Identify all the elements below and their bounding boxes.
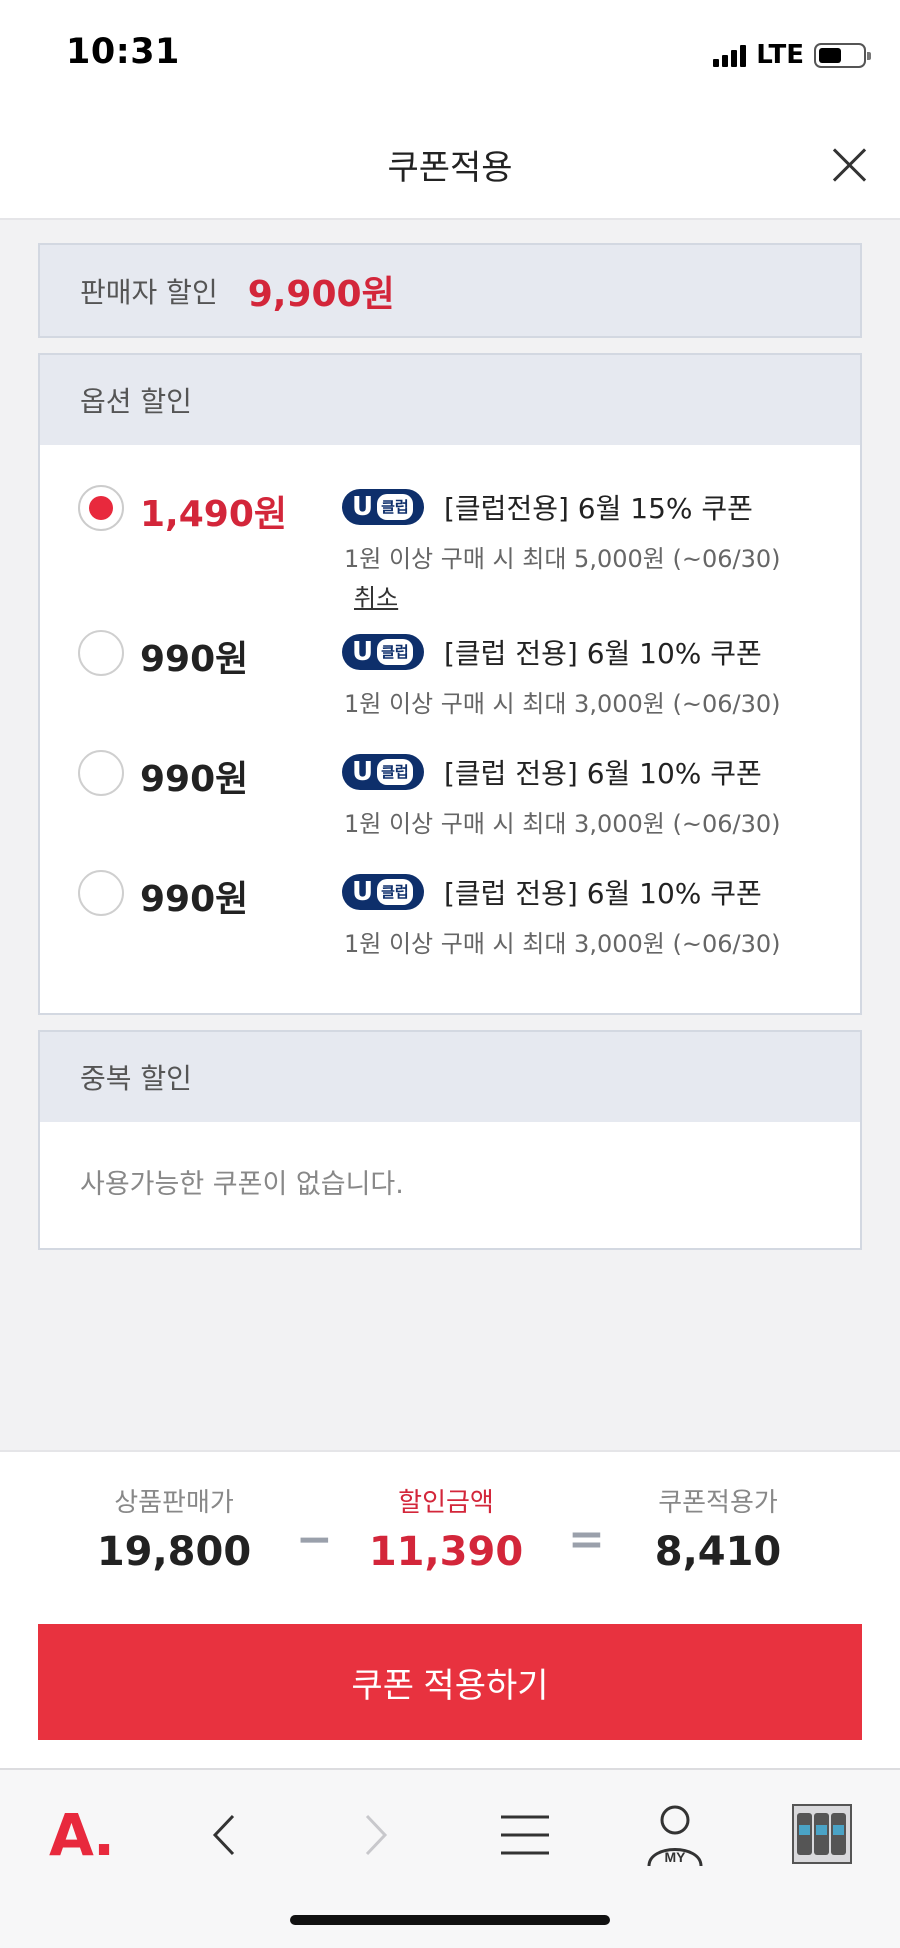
coupon-amount: 990원 <box>140 759 249 800</box>
coupon-cancel-link[interactable]: 취소 <box>354 578 398 613</box>
modal-header: 쿠폰적용 <box>0 110 900 220</box>
signal-icon <box>713 43 747 67</box>
logo: A. <box>49 1801 115 1869</box>
coupon-radio[interactable] <box>78 630 124 676</box>
option-discount-title: 옵션 할인 <box>40 355 860 445</box>
seller-discount-amount: 9,900원 <box>247 273 395 315</box>
original-price-label: 상품판매가 <box>114 1488 234 1518</box>
coupon-option[interactable]: 990원 U 클럽 [클럽 전용] 6월 10% 쿠폰 1원 이상 구매 시 최대… <box>40 730 860 850</box>
page-title: 쿠폰적용 <box>387 148 513 188</box>
coupon-condition: 1원 이상 구매 시 최대 3,000원 (~06/30) <box>344 810 781 838</box>
status-indicators: LTE <box>713 40 871 70</box>
tabs-thumbnail-icon[interactable] <box>768 1794 878 1876</box>
seller-discount-box: 판매자 할인 9,900원 <box>38 243 862 338</box>
club-badge-icon: U 클럽 <box>342 489 424 525</box>
club-badge-icon: U 클럽 <box>342 634 424 670</box>
coupon-name: [클럽 전용] 6월 10% 쿠폰 <box>444 757 762 790</box>
club-badge-icon: U 클럽 <box>342 874 424 910</box>
duplicate-discount-title: 중복 할인 <box>40 1032 860 1122</box>
coupon-condition: 1원 이상 구매 시 최대 5,000원 (~06/30) <box>344 545 781 573</box>
coupon-option[interactable]: 990원 U 클럽 [클럽 전용] 6월 10% 쿠폰 1원 이상 구매 시 최대… <box>40 850 860 970</box>
discount-total-label: 할인금액 <box>398 1488 494 1518</box>
coupon-condition: 1원 이상 구매 시 최대 3,000원 (~06/30) <box>344 690 781 718</box>
battery-icon <box>814 42 871 68</box>
final-price-value: 8,410 <box>654 1529 782 1575</box>
coupon-radio[interactable] <box>78 870 124 916</box>
home-indicator[interactable] <box>290 1915 610 1925</box>
coupon-radio[interactable] <box>78 750 124 796</box>
coupon-amount: 990원 <box>140 639 249 680</box>
coupon-amount: 1,490원 <box>140 494 287 535</box>
coupon-name: [클럽 전용] 6월 10% 쿠폰 <box>444 637 762 670</box>
discount-total-value: 11,390 <box>368 1529 524 1575</box>
option-discount-section: 옵션 할인 1,490원 U 클럽 [클럽전용] 6월 15% 쿠폰 1원 이상 … <box>38 353 862 1015</box>
close-icon[interactable] <box>824 140 874 190</box>
original-price-value: 19,800 <box>96 1529 252 1575</box>
final-price-label: 쿠폰적용가 <box>658 1488 778 1518</box>
coupon-option[interactable]: 1,490원 U 클럽 [클럽전용] 6월 15% 쿠폰 1원 이상 구매 시 최… <box>40 445 860 615</box>
coupon-radio-selected[interactable] <box>78 485 124 531</box>
home-logo[interactable]: A. <box>26 1794 136 1876</box>
status-bar: 10:31 LTE <box>0 0 900 110</box>
forward-icon[interactable] <box>320 1794 430 1876</box>
svg-text:MY: MY <box>665 1849 687 1865</box>
duplicate-discount-section: 중복 할인 사용가능한 쿠폰이 없습니다. <box>38 1030 862 1250</box>
my-page-icon[interactable]: MY <box>620 1794 730 1876</box>
menu-icon[interactable] <box>470 1794 580 1876</box>
seller-discount-label: 판매자 할인 <box>80 275 218 309</box>
price-summary: 상품판매가 19,800 − 할인금액 11,390 = 쿠폰적용가 8,410… <box>0 1450 900 1770</box>
original-price: 상품판매가 19,800 <box>54 1482 294 1575</box>
coupon-name: [클럽 전용] 6월 10% 쿠폰 <box>444 877 762 910</box>
final-price: 쿠폰적용가 8,410 <box>598 1482 838 1575</box>
network-label: LTE <box>756 40 804 70</box>
discount-total: 할인금액 11,390 <box>326 1482 566 1575</box>
coupon-amount: 990원 <box>140 879 249 920</box>
coupon-condition: 1원 이상 구매 시 최대 3,000원 (~06/30) <box>344 930 781 958</box>
coupon-name: [클럽전용] 6월 15% 쿠폰 <box>444 492 753 525</box>
status-time: 10:31 <box>66 32 180 72</box>
empty-coupon-message: 사용가능한 쿠폰이 없습니다. <box>80 1169 404 1200</box>
club-badge-icon: U 클럽 <box>342 754 424 790</box>
coupon-option[interactable]: 990원 U 클럽 [클럽 전용] 6월 10% 쿠폰 1원 이상 구매 시 최대… <box>40 610 860 730</box>
apply-coupon-button[interactable]: 쿠폰 적용하기 <box>38 1624 862 1740</box>
back-icon[interactable] <box>170 1794 280 1876</box>
